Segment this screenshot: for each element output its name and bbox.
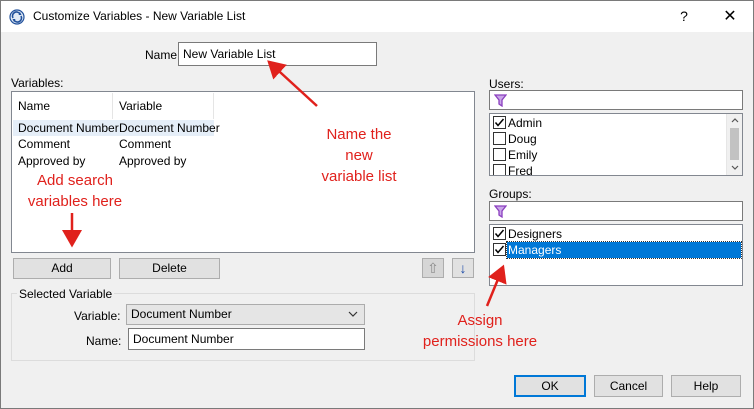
annotation-arrows [62, 60, 507, 307]
arrow-to-name-field [267, 60, 318, 107]
customize-variables-dialog: Customize Variables - New Variable List … [0, 0, 754, 409]
arrow-to-groups-list [485, 264, 507, 307]
